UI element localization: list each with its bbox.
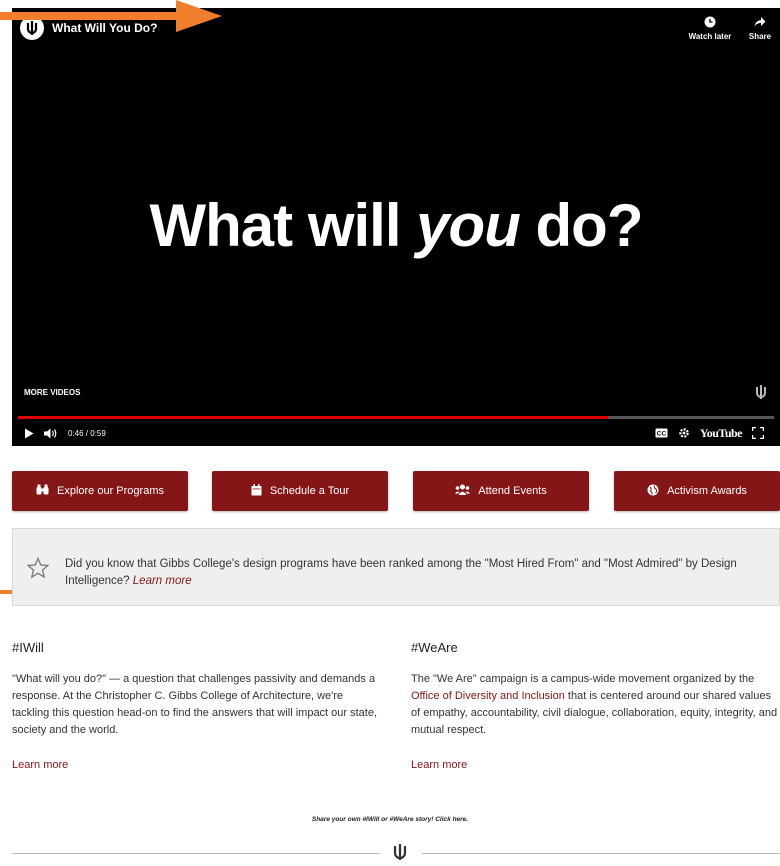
binoculars-icon xyxy=(36,484,49,498)
channel-watermark-icon[interactable] xyxy=(754,384,768,405)
share-button[interactable]: Share xyxy=(730,16,780,41)
calendar-icon xyxy=(251,483,262,499)
svg-text:CC: CC xyxy=(657,431,667,438)
settings-gear-icon[interactable] xyxy=(678,427,690,439)
callout-learn-more-link[interactable]: Learn more xyxy=(133,575,192,587)
volume-icon[interactable] xyxy=(44,428,58,439)
star-icon xyxy=(26,556,50,585)
share-story-link[interactable]: Share your own #IWill or #WeAre story! C… xyxy=(0,816,780,823)
diversity-office-link[interactable]: Office of Diversity and Inclusion xyxy=(411,690,565,702)
weare-learn-more-link[interactable]: Learn more xyxy=(411,759,467,771)
activism-awards-label: Activism Awards xyxy=(667,485,747,497)
users-icon xyxy=(455,484,471,498)
weare-heading: #WeAre xyxy=(411,640,458,655)
player-controls: 0:46 / 0:59 CC YouTube xyxy=(24,424,774,442)
video-player[interactable]: What Will You Do? Watch later Share What… xyxy=(12,8,780,446)
ou-footer-logo-icon xyxy=(392,843,408,866)
attend-events-button[interactable]: Attend Events xyxy=(413,471,589,511)
explore-programs-button[interactable]: Explore our Programs xyxy=(12,471,188,511)
time-readout: 0:46 / 0:59 xyxy=(68,428,106,438)
iwill-body: "What will you do?" — a question that ch… xyxy=(12,673,378,736)
iwill-section: #IWill "What will you do?" — a question … xyxy=(12,640,382,773)
video-headline: What will you do? xyxy=(149,192,644,259)
ranking-callout: Did you know that Gibbs College's design… xyxy=(12,528,780,606)
iwill-heading: #IWill xyxy=(12,640,44,655)
captions-icon[interactable]: CC xyxy=(655,428,668,438)
play-icon[interactable] xyxy=(24,428,34,439)
youtube-logo[interactable]: YouTube xyxy=(700,426,743,441)
share-label: Share xyxy=(748,32,772,41)
progress-bar[interactable] xyxy=(18,416,774,419)
fullscreen-icon[interactable] xyxy=(752,427,764,439)
globe-icon xyxy=(647,484,659,499)
callout-text: Did you know that Gibbs College's design… xyxy=(65,558,737,587)
explore-programs-label: Explore our Programs xyxy=(57,485,164,497)
schedule-tour-label: Schedule a Tour xyxy=(269,485,350,497)
more-videos-label[interactable]: MORE VIDEOS xyxy=(24,388,80,397)
footer-divider-right xyxy=(422,853,780,854)
iwill-learn-more-link[interactable]: Learn more xyxy=(12,759,68,771)
activism-awards-button[interactable]: Activism Awards xyxy=(614,471,780,511)
progress-fill xyxy=(18,416,608,419)
annotation-arrow-top-icon xyxy=(0,0,222,32)
footer-divider-left xyxy=(12,853,380,854)
attend-events-label: Attend Events xyxy=(478,485,547,497)
schedule-tour-button[interactable]: Schedule a Tour xyxy=(212,471,388,511)
share-arrow-icon xyxy=(730,16,780,32)
watch-later-label: Watch later xyxy=(688,32,732,41)
weare-section: #WeAre The "We Are" campaign is a campus… xyxy=(411,640,780,773)
weare-body: The "We Are" campaign is a campus-wide m… xyxy=(411,673,778,736)
